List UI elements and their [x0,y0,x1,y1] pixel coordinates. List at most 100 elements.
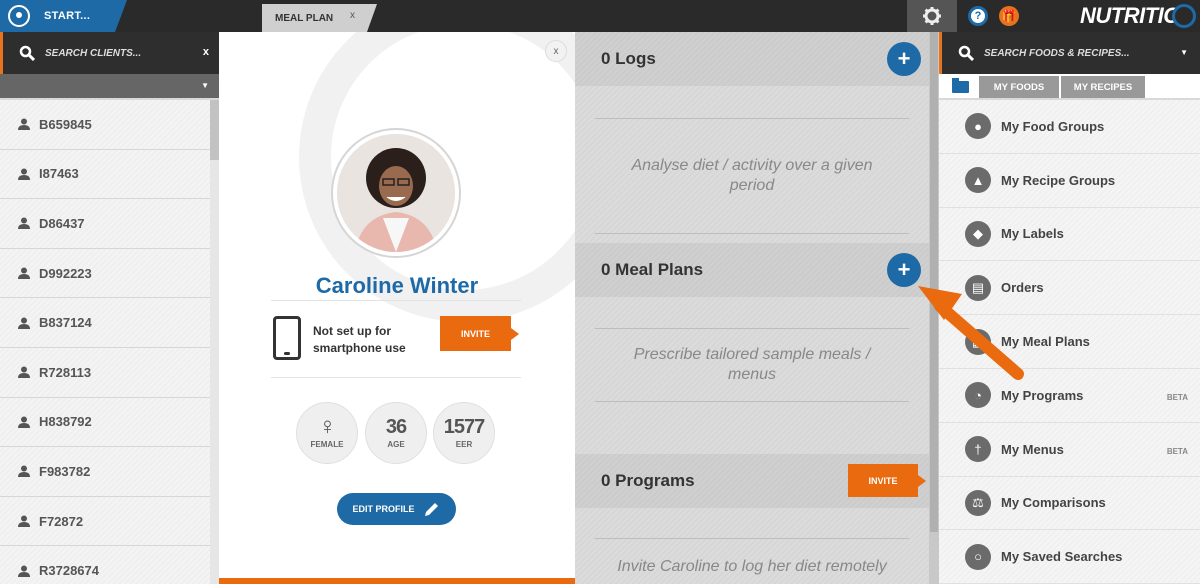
user-icon [18,565,30,577]
scale-icon: ⚖ [965,489,991,516]
user-icon [18,366,30,379]
client-filter-dropdown[interactable]: ▼ [0,74,219,98]
programs-section-header: 0 Programs INVITE [575,454,929,508]
library-item[interactable]: ▤ Orders [939,261,1200,316]
app-logo-icon [8,5,30,27]
folder-icon [951,78,969,93]
tab-close-icon[interactable]: x [350,10,355,21]
library-item-label: My Recipe Groups [1001,172,1116,188]
add-meal-plan-button[interactable]: + [887,253,921,287]
library-item[interactable]: ● My Food Groups [939,100,1200,154]
smartphone-icon [273,316,301,360]
scrollbar-thumb[interactable] [210,100,219,160]
client-row[interactable]: D992223 [0,248,210,299]
library-item[interactable]: ◔ My Programs BETA [939,368,1200,423]
library-item-label: My Comparisons [1001,495,1106,511]
chef-hat-icon: ▲ [965,167,991,194]
client-row[interactable]: R728113 [0,347,210,398]
user-icon [18,515,30,528]
user-icon [18,168,30,180]
close-profile-button[interactable]: x [545,40,567,62]
client-id: B659845 [39,116,92,132]
client-id: B837124 [39,315,92,331]
library-item-label: My Meal Plans [1001,334,1090,350]
records-scrollbar[interactable] [929,32,939,584]
client-id: R3728674 [39,563,99,579]
tab-my-foods[interactable]: MY FOODS [979,76,1059,98]
clear-search-button[interactable]: x [203,46,209,58]
divider [271,300,521,301]
search-icon [19,45,35,61]
start-tab[interactable]: START... [0,0,127,32]
help-icon[interactable]: ? [968,6,988,26]
user-icon [18,465,30,478]
library-item-label: My Food Groups [1001,118,1105,134]
beta-badge: BETA [1166,392,1188,402]
gear-icon [923,7,941,25]
female-icon: ♀ [318,413,337,440]
library-item[interactable]: † My Menus BETA [939,422,1200,477]
gender-label: FEMALE [310,440,344,449]
divider [271,377,521,378]
user-icon [18,416,30,428]
client-row[interactable]: F72872 [0,496,210,547]
age-value: 36 [385,416,407,438]
chevron-down-icon[interactable]: ▼ [1180,48,1188,57]
edit-profile-button[interactable]: EDIT PROFILE [337,493,456,525]
client-row[interactable]: B659845 [0,100,210,150]
invite-button[interactable]: INVITE [440,316,511,351]
meal-plans-section-header: 0 Meal Plans + [575,243,929,297]
tab-meal-plan[interactable]: MEAL PLAN x [262,4,377,32]
library-item-label: Orders [1001,280,1044,296]
avatar [333,130,459,256]
client-row[interactable]: H838792 [0,397,210,448]
document-icon: ▤ [965,274,991,301]
client-id: F983782 [39,463,91,479]
library-item[interactable]: ⚖ My Comparisons [939,476,1200,531]
user-icon [18,317,30,329]
client-search-bar[interactable]: SEARCH CLIENTS... x [0,32,219,74]
library-item[interactable]: ◆ My Labels [939,207,1200,262]
client-id: H838792 [39,414,92,430]
logs-section-header: 0 Logs + [575,32,929,86]
gender-stat: ♀ FEMALE [296,402,358,464]
food-search-bar[interactable]: SEARCH FOODS & RECIPES... ▼ [939,32,1200,74]
food-search-input[interactable]: SEARCH FOODS & RECIPES... [984,48,1130,59]
settings-button[interactable] [907,0,957,32]
client-row[interactable]: F983782 [0,447,210,497]
library-item[interactable]: ▦ My Meal Plans [939,315,1200,369]
scrollbar-thumb[interactable] [930,32,938,532]
library-item-label: My Labels [1001,226,1064,242]
tab-folders[interactable] [943,76,977,98]
client-id: D86437 [39,215,85,231]
client-search-input[interactable]: SEARCH CLIENTS... [45,48,141,59]
meal-plans-title: 0 Meal Plans [601,260,704,279]
chevron-down-icon: ▼ [201,81,209,90]
eer-stat: 1577 EER [433,402,495,464]
search-icon: ○ [965,543,991,570]
client-row[interactable]: B837124 [0,298,210,348]
user-icon [18,217,30,230]
add-log-button[interactable]: + [887,42,921,76]
library-item[interactable]: ▲ My Recipe Groups [939,153,1200,208]
profile-bottom-bar [219,578,575,584]
library-list: ● My Food Groups ▲ My Recipe Groups ◆ My Labe… [939,100,1200,584]
client-list-scrollbar[interactable] [210,100,219,584]
client-records-panel: 0 Logs + Analyse diet / activity over a … [575,32,929,584]
library-item[interactable]: ○ My Saved Searches [939,530,1200,584]
client-row[interactable]: D86437 [0,199,210,249]
meal-plans-description: Prescribe tailored sample meals / menus [595,328,909,402]
client-id: R728113 [39,364,92,380]
tab-my-recipes[interactable]: MY RECIPES [1061,76,1145,98]
invite-program-button[interactable]: INVITE [848,464,918,497]
pencil-icon [424,503,438,516]
tab-meal-plan-label: MEAL PLAN [275,12,334,24]
client-row[interactable]: I87463 [0,149,210,200]
edit-profile-label: EDIT PROFILE [352,504,415,514]
library-item-label: My Menus [1001,441,1064,457]
gift-icon[interactable]: 🎁 [999,6,1019,26]
client-list: B659845 I87463 D86437 D992223 B837124 R728113… [0,100,210,584]
client-id: I87463 [39,166,79,182]
client-id: F72872 [39,513,84,529]
client-row[interactable]: R3728674 [0,546,210,584]
